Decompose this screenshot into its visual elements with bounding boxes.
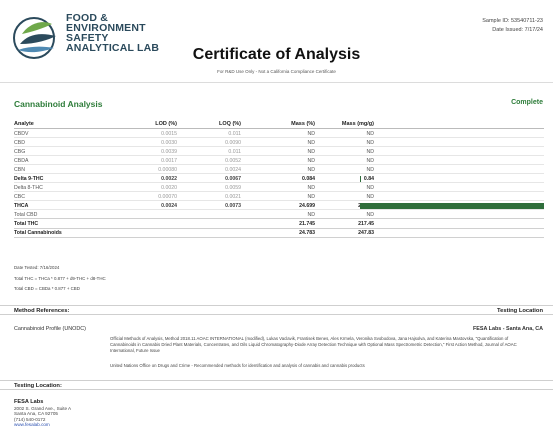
cell-lod: 0.0015 xyxy=(161,130,177,137)
table-row: Total Cannabinoids 24.783 247.83 xyxy=(14,229,544,238)
cell-analyte: CBD xyxy=(14,139,25,146)
cell-analyte: CBDV xyxy=(14,130,29,137)
cell-mass-percent: ND xyxy=(307,166,316,173)
cell-lod: 0.0039 xyxy=(161,148,177,155)
table-row: Total THC 21.745 217.45 xyxy=(14,219,544,229)
lab-name: FESA Labs xyxy=(14,399,44,405)
page-subtitle: For R&D Use Only - Not a California Comp… xyxy=(217,69,336,74)
cell-analyte: Delta 9-THC xyxy=(14,176,44,183)
total-thc-formula: Total THC = THCa * 0.877 + d9-THC + d8-T… xyxy=(14,276,106,281)
cell-analyte: THCA xyxy=(14,203,29,210)
lab-website-link[interactable]: www.fesalab.com xyxy=(14,422,71,427)
cell-mass-percent: ND xyxy=(307,139,316,146)
cell-mass-mg: ND xyxy=(366,148,375,155)
cell-mass-percent: ND xyxy=(307,194,316,201)
cell-mass-percent: ND xyxy=(307,185,316,192)
mass-bar xyxy=(360,175,361,182)
cell-mass-mg: ND xyxy=(366,212,375,219)
cell-lod: 0.0030 xyxy=(161,139,177,146)
cell-loq: 0.0073 xyxy=(225,203,241,210)
column-header-lod: LOD (%) xyxy=(155,121,177,127)
cell-mass-mg: 217.45 xyxy=(358,221,374,228)
cell-mass-percent: 0.084 xyxy=(302,176,315,183)
cell-loq: 0.0067 xyxy=(225,176,241,183)
cell-loq: 0.0052 xyxy=(225,157,241,164)
cell-mass-mg: ND xyxy=(366,166,375,173)
table-row: CBC 0.00070 0.0021 ND ND xyxy=(14,192,544,202)
table-row: CBD 0.0030 0.0090 ND ND xyxy=(14,138,544,148)
cell-mass-percent: 21.745 xyxy=(299,221,315,228)
method-references-label: Method References: xyxy=(14,307,70,314)
cell-loq: 0.011 xyxy=(228,130,241,137)
cell-mass-mg: ND xyxy=(366,185,375,192)
column-header-mass-percent: Mass (%) xyxy=(291,121,315,127)
table-row: CBN 0.00080 0.0024 ND ND xyxy=(14,165,544,175)
lab-address-block: FESA Labs 2002 S. Grand Ave., Suite A Sa… xyxy=(14,399,71,428)
cell-lod: 0.00070 xyxy=(158,194,177,201)
cell-analyte: Total CBD xyxy=(14,212,38,219)
testing-location-header: Testing Location: xyxy=(0,380,553,390)
method-name: Cannabinoid Profile (UNODC) xyxy=(14,326,86,332)
cell-mass-percent: 24.699 xyxy=(299,203,315,210)
method-references-header: Method References: Testing Location xyxy=(0,305,553,315)
cell-mass-mg: 247.83 xyxy=(358,230,374,237)
cell-loq: 0.0021 xyxy=(225,194,241,201)
cell-lod: 0.00080 xyxy=(158,166,177,173)
date-issued: Date Issued: 7/17/24 xyxy=(492,26,543,33)
total-cbd-formula: Total CBD = CBDa * 0.877 + CBD xyxy=(14,286,80,291)
cell-analyte: Total THC xyxy=(14,221,39,228)
cannabinoid-table: Analyte LOD (%) LOQ (%) Mass (%) Mass (m… xyxy=(14,119,544,238)
cell-lod: 0.0022 xyxy=(161,176,177,183)
cell-loq: 0.0090 xyxy=(225,139,241,146)
table-row: CBDV 0.0015 0.011 ND ND xyxy=(14,129,544,139)
divider xyxy=(0,82,553,83)
table-row: CBDA 0.0017 0.0052 ND ND xyxy=(14,156,544,166)
table-header: Analyte LOD (%) LOQ (%) Mass (%) Mass (m… xyxy=(14,119,544,129)
testing-location-heading: Testing Location: xyxy=(14,382,62,389)
cell-loq: 0.0059 xyxy=(225,185,241,192)
cell-mass-mg: 0.84 xyxy=(363,176,374,183)
column-header-loq: LOQ (%) xyxy=(219,121,241,127)
cell-mass-percent: 24.783 xyxy=(299,230,315,237)
cell-loq: 0.011 xyxy=(228,148,241,155)
mass-bar xyxy=(360,202,544,209)
table-row: Delta 8-THC 0.0020 0.0059 ND ND xyxy=(14,183,544,193)
cell-lod: 0.0024 xyxy=(161,203,177,210)
cell-mass-mg: ND xyxy=(366,194,375,201)
cell-mass-mg: ND xyxy=(366,157,375,164)
method-reference-text: Official Methods of Analysis, Method 201… xyxy=(110,336,517,353)
column-header-analyte: Analyte xyxy=(14,121,34,127)
cell-mass-mg: ND xyxy=(366,130,375,137)
cannabinoid-section-title: Cannabinoid Analysis xyxy=(14,99,103,109)
table-row: CBG 0.0039 0.011 ND ND xyxy=(14,147,544,157)
cell-mass-mg: ND xyxy=(366,139,375,146)
document-meta: Sample ID: 53540711-23 Date Issued: 7/17… xyxy=(482,17,543,34)
status-badge: Complete xyxy=(511,99,543,106)
cell-analyte: CBN xyxy=(14,166,25,173)
table-row: Total CBD ND ND xyxy=(14,210,544,220)
table-row: Delta 9-THC 0.0022 0.0067 0.084 0.84 xyxy=(14,174,544,184)
cell-analyte: CBC xyxy=(14,194,25,201)
cell-mass-percent: ND xyxy=(307,157,316,164)
cell-lod: 0.0017 xyxy=(161,157,177,164)
method-reference-unodc: United Nations Office on Drugs and Crime… xyxy=(110,363,365,368)
cell-analyte: Total Cannabinoids xyxy=(14,230,62,237)
cell-mass-percent: ND xyxy=(307,130,316,137)
testing-location-label: Testing Location xyxy=(497,307,543,314)
method-lab: FESA Labs - Santa Ana, CA xyxy=(473,326,543,332)
sample-id: Sample ID: 53540711-23 xyxy=(482,18,543,24)
cell-mass-percent: ND xyxy=(307,212,316,219)
table-row: THCA0.00240.007324.699246.99 xyxy=(14,201,544,211)
page-title: Certificate of Analysis xyxy=(192,46,361,63)
cell-analyte: CBG xyxy=(14,148,26,155)
cell-analyte: CBDA xyxy=(14,157,29,164)
cell-analyte: Delta 8-THC xyxy=(14,185,43,192)
table-body: CBDV 0.0015 0.011 ND ND CBD 0.0030 0.0090 ND ND CB… xyxy=(14,129,544,238)
cell-loq: 0.0024 xyxy=(225,166,241,173)
cell-mass-percent: ND xyxy=(307,148,316,155)
date-tested: Date Tested: 7/16/2024 xyxy=(14,265,60,270)
cell-lod: 0.0020 xyxy=(161,185,177,192)
column-header-mass-mg: Mass (mg/g) xyxy=(341,121,374,127)
